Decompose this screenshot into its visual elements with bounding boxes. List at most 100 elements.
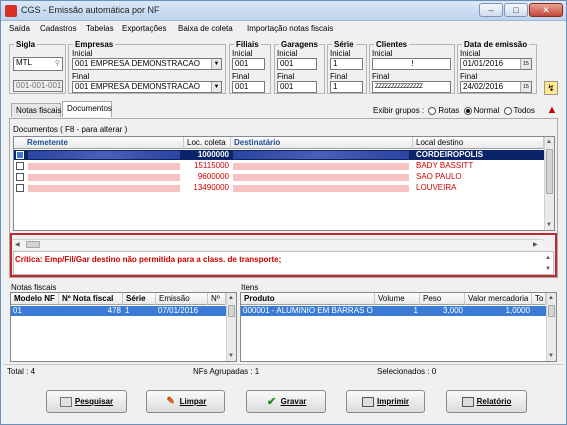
data-inicial-field[interactable]: 01/01/2016 15 — [460, 58, 532, 70]
menu-exportacoes[interactable]: Exportações — [122, 24, 166, 33]
itens-header: Produto Volume Peso Valor mercadoria To — [241, 293, 546, 305]
clientes-inicial-label: Inicial — [372, 49, 393, 58]
close-button[interactable]: ✕ — [529, 3, 563, 17]
remetente-redacted — [28, 151, 180, 159]
col-valor-mercadoria[interactable]: Valor mercadoria — [465, 293, 532, 305]
sigla-field[interactable]: MTL ⚲ — [13, 57, 63, 71]
col-local-destino[interactable]: Local destino — [413, 137, 544, 149]
documentos-hscroll[interactable]: ◀ ▶ — [13, 239, 543, 249]
notas-vscroll[interactable]: ▲ ▼ — [226, 293, 236, 361]
col-peso[interactable]: Peso — [420, 293, 465, 305]
menu-baixa-coleta[interactable]: Baixa de coleta — [178, 24, 233, 33]
filter-run-icon[interactable]: ↯ — [544, 81, 558, 95]
scroll-down-icon[interactable]: ▼ — [546, 221, 552, 229]
radio-normal-label[interactable]: Normal — [474, 106, 500, 115]
imprimir-label: Imprimir — [376, 397, 409, 406]
lookup-icon[interactable]: ⚲ — [55, 59, 60, 69]
row-checkbox[interactable] — [16, 184, 24, 192]
serie-final-field[interactable]: 1 — [330, 81, 363, 93]
menu-tabelas[interactable]: Tabelas — [86, 24, 114, 33]
scroll-down-icon[interactable]: ▼ — [228, 352, 234, 360]
table-row[interactable]: 000001 - ALUMINIO EM BARRAS OU 1 3,000 1… — [241, 306, 546, 316]
row-loc-coleta: 1000000 — [197, 150, 229, 159]
scroll-up-icon[interactable]: ▲ — [546, 138, 552, 146]
cliente-final-field[interactable]: ZZZZZZZZZZZZZZZ — [372, 81, 451, 93]
radio-rotas-label[interactable]: Rotas — [438, 106, 459, 115]
radio-rotas[interactable] — [428, 106, 437, 115]
filial-final-field[interactable]: 001 — [232, 81, 265, 93]
radio-todos-label[interactable]: Todos — [514, 106, 535, 115]
maximize-button[interactable]: □ — [504, 3, 528, 17]
data-final-field[interactable]: 24/02/2016 15 — [460, 81, 532, 93]
filiais-label: Filiais — [234, 40, 261, 49]
documentos-vscroll[interactable]: ▲ ▼ — [544, 137, 554, 230]
calendar-icon[interactable]: 15 — [520, 82, 531, 92]
col-numero[interactable]: Nº — [208, 293, 226, 305]
radio-normal[interactable] — [463, 106, 472, 115]
empresas-inicial-label: Inicial — [72, 49, 93, 58]
status-agrupadas: NFs Agrupadas : 1 — [193, 367, 260, 376]
empresa-inicial-select[interactable]: 001 EMPRESA DEMONSTRACAO ▼ — [72, 58, 222, 70]
minimize-button[interactable]: – — [479, 3, 503, 17]
tab-notas-fiscais[interactable]: Notas fiscais — [11, 103, 61, 117]
arrow-up-icon[interactable]: ▲ — [546, 104, 558, 116]
scroll-thumb[interactable] — [228, 305, 235, 317]
col-destinatario[interactable]: Destinatário — [231, 137, 413, 149]
scroll-down-icon[interactable]: ▼ — [548, 352, 554, 360]
item-volume: 1 — [413, 306, 418, 315]
menu-cadastros[interactable]: Cadastros — [40, 24, 76, 33]
scroll-thumb[interactable] — [548, 305, 555, 317]
chevron-down-icon[interactable]: ▼ — [211, 59, 221, 69]
scroll-left-icon[interactable]: ◀ — [15, 241, 20, 249]
relatorio-button[interactable]: Relatório — [446, 390, 527, 413]
garagem-inicial-field[interactable]: 001 — [277, 58, 317, 70]
scroll-down-icon[interactable]: ▼ — [545, 265, 551, 273]
chevron-down-icon[interactable]: ▼ — [211, 82, 221, 92]
col-emissao[interactable]: Emissão — [156, 293, 208, 305]
filiais-inicial-label: Inicial — [232, 49, 253, 58]
scroll-right-icon[interactable]: ▶ — [533, 241, 538, 249]
tab-documentos[interactable]: Documentos — [62, 101, 112, 117]
col-produto[interactable]: Produto — [241, 293, 375, 305]
cliente-inicial-field[interactable]: ! — [372, 58, 451, 70]
scroll-thumb[interactable] — [546, 149, 553, 194]
gravar-button[interactable]: ✔ Gravar — [246, 390, 326, 413]
table-row[interactable]: 01 478 1 07/01/2016 — [11, 306, 226, 316]
col-loc-coleta[interactable]: Loc. coleta — [184, 137, 231, 149]
menu-importacao[interactable]: Importação notas fiscais — [247, 24, 333, 33]
scroll-up-icon[interactable]: ▲ — [545, 254, 551, 262]
col-serie[interactable]: Série — [123, 293, 156, 305]
imprimir-button[interactable]: Imprimir — [346, 390, 425, 413]
calendar-icon[interactable]: 15 — [520, 59, 531, 69]
itens-grid: Produto Volume Peso Valor mercadoria To … — [240, 292, 557, 362]
itens-vscroll[interactable]: ▲ ▼ — [546, 293, 556, 361]
radio-todos[interactable] — [503, 106, 512, 115]
pesquisar-button[interactable]: Pesquisar — [46, 390, 127, 413]
serie-inicial-field[interactable]: 1 — [330, 58, 363, 70]
table-row[interactable]: 9600000 SAO PAULO — [14, 172, 544, 182]
empresa-final-select[interactable]: 001 EMPRESA DEMONSTRACAO ▼ — [72, 81, 222, 93]
search-icon — [59, 396, 72, 407]
filial-inicial-field[interactable]: 001 — [232, 58, 265, 70]
col-remetente[interactable]: Remetente — [14, 137, 184, 149]
col-volume[interactable]: Volume — [375, 293, 420, 305]
row-checkbox[interactable] — [16, 151, 24, 159]
hscroll-thumb[interactable] — [26, 241, 40, 248]
row-checkbox[interactable] — [16, 173, 24, 181]
table-row[interactable]: 15115000 BADY BASSITT — [14, 161, 544, 171]
remetente-redacted — [28, 163, 180, 170]
col-total[interactable]: To — [532, 293, 546, 305]
destinatario-redacted — [233, 151, 409, 159]
scroll-up-icon[interactable]: ▲ — [548, 294, 554, 302]
limpar-button[interactable]: ✎ Limpar — [146, 390, 225, 413]
col-numero-nf[interactable]: Nº Nota fiscal — [59, 293, 123, 305]
table-row[interactable]: 1000000 CORDEIROPOLIS — [14, 150, 544, 160]
garagem-final-field[interactable]: 001 — [277, 81, 317, 93]
col-modelo-nf[interactable]: Modelo NF — [11, 293, 59, 305]
status-selecionados: Selecionados : 0 — [377, 367, 437, 376]
menu-saida[interactable]: Saída — [9, 24, 30, 33]
row-checkbox[interactable] — [16, 162, 24, 170]
empresas-final-label: Final — [72, 72, 90, 81]
scroll-up-icon[interactable]: ▲ — [228, 294, 234, 302]
table-row[interactable]: 13490000 LOUVEIRA — [14, 183, 544, 193]
